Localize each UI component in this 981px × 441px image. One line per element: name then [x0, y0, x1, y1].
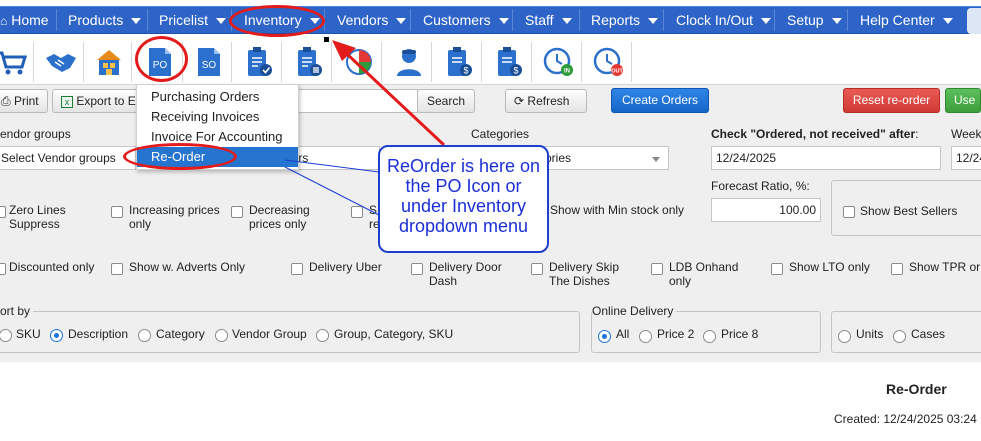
- annotation-callout-text: ReOrder is here on the PO Icon or under …: [386, 156, 541, 236]
- report-title: Re-Order: [886, 381, 947, 397]
- red-arrow-line: [345, 52, 446, 147]
- report-created: Created: 12/24/2025 03:24: [834, 412, 977, 426]
- blue-pointer-line: [284, 159, 380, 173]
- annotation-callout: ReOrder is here on the PO Icon or under …: [378, 145, 549, 253]
- handle-marker: [324, 37, 329, 42]
- blue-pointer-line: [284, 166, 380, 216]
